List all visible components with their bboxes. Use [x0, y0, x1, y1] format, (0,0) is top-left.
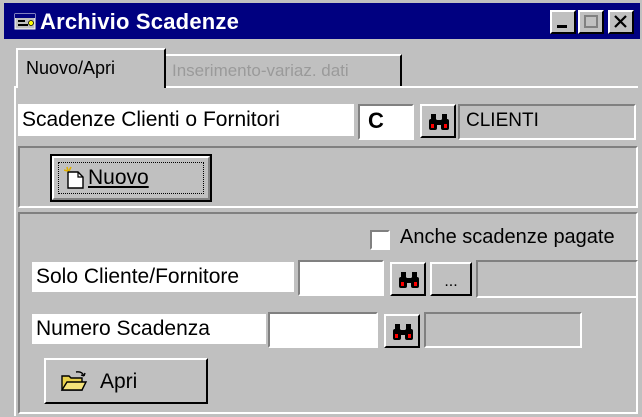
- tab-inserimento-variazione[interactable]: Inserimento-variaz. dati: [164, 54, 402, 88]
- title-bar[interactable]: Archivio Scadenze: [4, 3, 640, 39]
- maximize-icon: [584, 15, 598, 28]
- numero-scadenza-description: [424, 312, 582, 348]
- solo-cliente-fornitore-label: Solo Cliente/Fornitore: [32, 262, 294, 292]
- ellipsis-button[interactable]: ...: [430, 262, 472, 296]
- scadenze-type-description: CLIENTI: [458, 104, 636, 140]
- tab-nuovo-apri-label: Nuovo/Apri: [26, 58, 116, 78]
- tab-nuovo-apri[interactable]: Nuovo/Apri: [16, 48, 166, 88]
- scadenze-type-label: Scadenze Clienti o Fornitori: [18, 104, 354, 136]
- numero-scadenza-label: Numero Scadenza: [32, 314, 266, 344]
- binoculars-icon: [429, 114, 449, 130]
- open-folder-icon: [60, 371, 88, 391]
- main-window: Archivio Scadenze Nuovo/Apri Inserimento…: [0, 0, 642, 417]
- search-type-button[interactable]: [420, 104, 456, 138]
- window-title: Archivio Scadenze: [40, 9, 240, 34]
- cliente-fornitore-description: [476, 260, 638, 298]
- apri-button[interactable]: Apri: [44, 358, 208, 404]
- minimize-icon: [557, 25, 567, 28]
- close-button[interactable]: [608, 10, 634, 34]
- binoculars-icon: [399, 272, 419, 288]
- cliente-fornitore-code-field[interactable]: [298, 260, 384, 296]
- scadenze-type-code-field[interactable]: C: [358, 104, 414, 140]
- apri-button-label: Apri: [100, 370, 138, 393]
- binoculars-icon: [393, 324, 413, 340]
- anche-scadenze-pagate-checkbox[interactable]: [370, 230, 390, 250]
- tab-inserimento-label: Inserimento-variaz. dati: [172, 61, 349, 80]
- close-icon: [614, 15, 627, 28]
- search-number-button[interactable]: [384, 314, 420, 348]
- anche-scadenze-pagate-label: Anche scadenze pagate: [400, 226, 615, 248]
- search-customer-button[interactable]: [390, 262, 426, 296]
- app-window-icon: [14, 13, 36, 30]
- nuovo-button[interactable]: Nuovo: [50, 154, 212, 202]
- numero-scadenza-field[interactable]: [268, 312, 378, 348]
- maximize-button[interactable]: [578, 10, 604, 34]
- minimize-button[interactable]: [550, 10, 576, 34]
